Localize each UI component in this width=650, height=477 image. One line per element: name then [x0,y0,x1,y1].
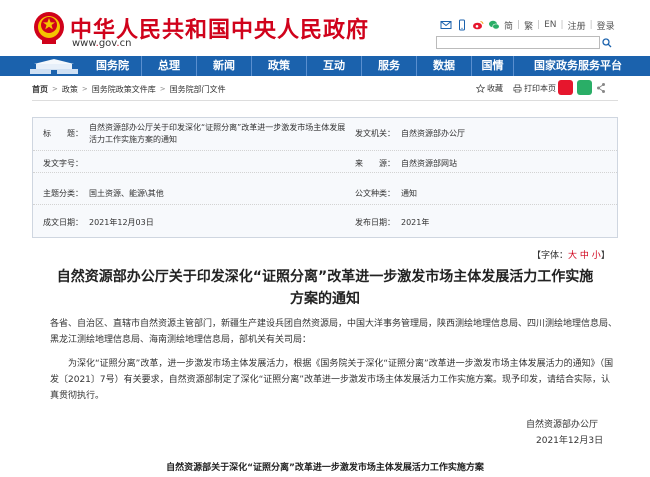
english-link[interactable]: EN [544,20,556,30]
chevron-right-icon: > [159,85,166,93]
article-paragraph: 为深化“证照分离”改革，进一步激发市场主体发展活力，根据《国务院关于深化“证照分… [50,359,614,401]
mail-icon[interactable] [440,19,452,31]
breadcrumb-home[interactable]: 首页 [32,84,48,95]
weibo-icon[interactable] [472,19,484,31]
share-icon[interactable] [596,82,606,94]
star-icon [476,84,485,93]
header-tools: 简 | 繁 | EN | 注册 | 登录 [440,18,615,32]
info-row: 成文日期： 2021年12月03日 发布日期： 2021年 [33,205,617,237]
breadcrumb: 首页 > 政策 > 国务院政策文件库 > 国务院部门文件 [32,82,226,96]
article-title-line: 自然资源部办公厅关于印发深化“证照分离”改革进一步激发市场主体发展活力工作实施 [56,269,594,285]
site-url[interactable]: www.gov.cn [72,38,131,49]
favorite-button[interactable]: 收藏 [476,83,503,94]
info-row: 主题分类： 国土资源、能源\其他 公文种类： 通知 [33,173,617,205]
weibo-share-icon[interactable] [558,80,573,95]
article-title: 自然资源部办公厅关于印发深化“证照分离”改革进一步激发市场主体发展活力工作实施 … [32,266,618,310]
title-label: 标 题： [43,129,83,138]
wechat-icon[interactable] [488,19,500,31]
docno-label: 发文字号： [43,159,83,168]
date-label: 成文日期： [43,218,83,227]
font-size-small[interactable]: 小 [592,251,601,261]
search-icon [602,37,612,47]
simplified-link[interactable]: 简 [504,19,513,32]
signer: 自然资源部办公厅 [526,420,599,430]
site-url-prefix: www [72,38,96,49]
search-input[interactable] [436,36,600,49]
register-link[interactable]: 注册 [568,19,586,32]
login-link[interactable]: 登录 [597,19,615,32]
breadcrumb-item[interactable]: 国务院政策文件库 [92,84,156,95]
nav-item-data[interactable]: 数据 [417,56,472,76]
nav-item-national[interactable]: 国情 [472,56,514,76]
chevron-right-icon: > [52,85,58,93]
topic-value: 国土资源、能源\其他 [89,189,164,198]
divider: | [560,20,564,30]
breadcrumb-item[interactable]: 国务院部门文件 [170,84,226,95]
sign-date: 2021年12月3日 [536,436,604,446]
search-button[interactable] [600,36,614,49]
divider: | [537,20,541,30]
print-button[interactable]: 打印本页 [513,83,556,94]
main-nav: 国务院 总理 新闻 政策 互动 服务 数据 国情 国家政务服务平台 [0,56,650,76]
source-label: 来 源： [355,159,395,168]
nav-item-service[interactable]: 服务 [362,56,417,76]
page-actions: 收藏 打印本页 [476,81,556,96]
site-url-domain: gov [98,38,117,49]
wechat-share-icon[interactable] [577,80,592,95]
site-url-suffix: cn [119,38,132,49]
mobile-icon[interactable] [456,19,468,31]
font-size-open: 【字体： [532,251,569,261]
printer-icon [513,84,522,93]
divider [32,100,618,101]
issuer-label: 发文机关： [355,129,395,138]
nav-item-news[interactable]: 新闻 [197,56,252,76]
article-title-line: 方案的通知 [290,291,360,307]
chevron-right-icon: > [81,85,88,93]
favorite-label: 收藏 [487,84,503,93]
nav-item-interaction[interactable]: 互动 [307,56,362,76]
breadcrumb-item[interactable]: 政策 [62,84,78,95]
nav-items: 国务院 总理 新闻 政策 互动 服务 数据 国情 国家政务服务平台 [84,56,642,76]
topic-label: 主题分类： [43,189,83,198]
font-size-close: 】 [600,251,610,261]
type-label: 公文种类： [355,189,395,198]
divider: | [589,20,593,30]
national-emblem-icon[interactable] [32,10,66,46]
site-header: 中华人民共和国中央人民政府 www.gov.cn 简 | 繁 | EN | 注册… [0,0,650,56]
nav-item-premier[interactable]: 总理 [142,56,197,76]
nav-item-policy[interactable]: 政策 [252,56,307,76]
type-value: 通知 [401,189,417,198]
traditional-link[interactable]: 繁 [524,19,533,32]
share-bar [558,80,606,95]
pubdate-label: 发布日期： [355,218,395,227]
source-value: 自然资源部网站 [401,159,457,168]
font-size-medium[interactable]: 中 [580,251,589,261]
document-info-table: 标 题： 自然资源部办公厅关于印发深化“证照分离”改革进一步激发市场主体发展活力… [32,117,618,238]
divider: | [517,20,521,30]
print-label: 打印本页 [524,84,556,93]
font-size-selector: 【字体：大 中 小】 [532,248,610,261]
font-size-large[interactable]: 大 [568,251,577,261]
pubdate-value: 2021年 [401,218,430,227]
info-row: 发文字号： 来 源： 自然资源部网站 [33,151,617,173]
nav-item-state-council[interactable]: 国务院 [84,56,142,76]
attachment-title: 自然资源部关于深化“证照分离”改革进一步激发市场主体发展活力工作实施方案 [166,463,484,473]
info-row: 标 题： 自然资源部办公厅关于印发深化“证照分离”改革进一步激发市场主体发展活力… [33,118,617,151]
issuer-value: 自然资源部办公厅 [401,129,465,138]
date-value: 2021年12月03日 [89,218,154,227]
tiananmen-icon [30,59,78,74]
article-paragraph: 各省、自治区、直辖市自然资源主管部门，新疆生产建设兵团自然资源局，中国大洋事务管… [50,319,618,345]
nav-item-service-platform[interactable]: 国家政务服务平台 [514,56,642,76]
title-value: 自然资源部办公厅关于印发深化“证照分离”改革进一步激发市场主体发展活力工作实施方… [89,123,346,144]
